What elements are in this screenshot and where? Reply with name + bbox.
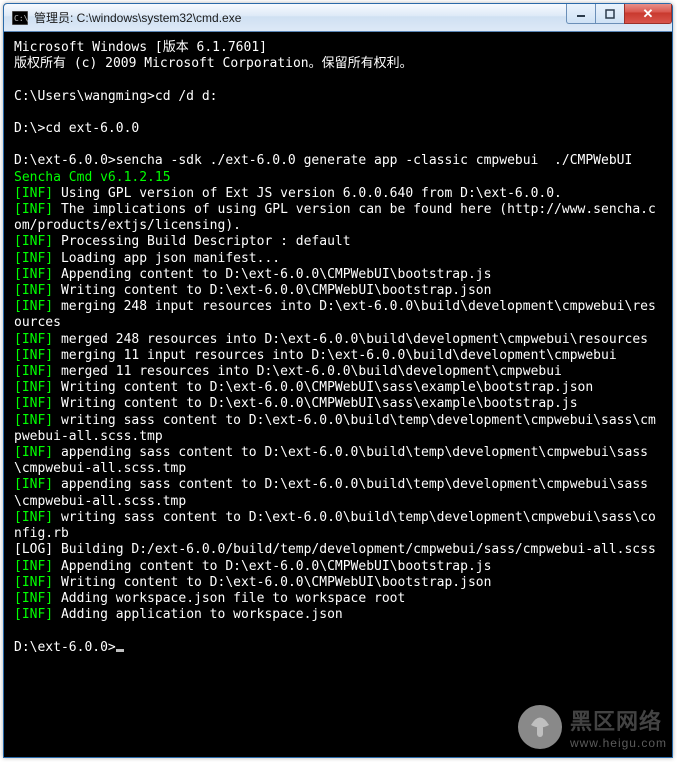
terminal-area[interactable]: Microsoft Windows [版本 6.1.7601] 版权所有 (c)…: [10, 36, 666, 751]
svg-text:C:\: C:\: [14, 14, 28, 23]
window-title: 管理员: C:\windows\system32\cmd.exe: [34, 9, 567, 26]
window-controls: ✕: [567, 4, 672, 31]
cmd-icon: C:\: [12, 11, 28, 25]
close-button[interactable]: ✕: [624, 4, 672, 24]
maximize-button[interactable]: [595, 4, 625, 24]
titlebar[interactable]: C:\ 管理员: C:\windows\system32\cmd.exe ✕: [4, 4, 672, 32]
terminal-output: Microsoft Windows [版本 6.1.7601] 版权所有 (c)…: [14, 40, 662, 656]
minimize-button[interactable]: [566, 4, 596, 24]
cmd-window: C:\ 管理员: C:\windows\system32\cmd.exe ✕ M…: [3, 3, 673, 758]
